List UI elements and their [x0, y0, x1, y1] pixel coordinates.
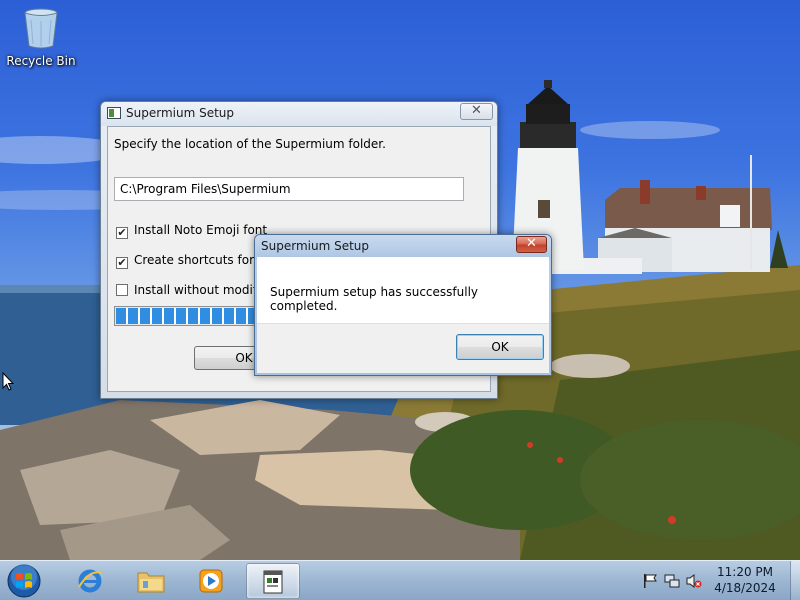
desktop-icon-label: Recycle Bin	[6, 54, 76, 68]
clock-date: 4/18/2024	[714, 581, 776, 595]
media-player-icon	[199, 569, 223, 593]
completion-ok-button[interactable]: OK	[456, 334, 544, 360]
install-progress-fill	[116, 308, 256, 324]
completion-dialog-footer: OK	[257, 323, 549, 373]
taskbar: 11:20 PM 4/18/2024	[0, 560, 800, 600]
start-button[interactable]	[4, 562, 44, 600]
setup-prompt-text: Specify the location of the Supermium fo…	[114, 137, 386, 151]
internet-explorer-icon	[78, 569, 103, 593]
option-install-without-modifying[interactable]: Install without modifyi	[116, 283, 267, 297]
install-without-modifying-checkbox[interactable]	[116, 284, 128, 296]
noto-emoji-label: Install Noto Emoji font	[134, 223, 268, 237]
option-noto-emoji[interactable]: ✔ Install Noto Emoji font	[116, 223, 267, 239]
taskbar-item-file-explorer[interactable]	[124, 563, 178, 599]
windows-start-orb-icon	[7, 564, 41, 598]
action-center-flag-icon[interactable]	[642, 573, 658, 589]
setup-window-titlebar[interactable]: Supermium Setup ✕	[101, 102, 497, 126]
taskbar-item-media-player[interactable]	[184, 563, 238, 599]
create-shortcuts-checkbox[interactable]: ✔	[116, 257, 128, 269]
install-path-input[interactable]	[114, 177, 464, 201]
setup-app-icon	[107, 107, 121, 119]
option-create-shortcuts[interactable]: ✔ Create shortcuts for S	[116, 253, 265, 269]
clock-time: 11:20 PM	[717, 565, 773, 579]
system-tray: 11:20 PM 4/18/2024	[620, 561, 800, 600]
setup-close-button[interactable]: ✕	[460, 103, 493, 120]
setup-window-icon	[263, 570, 283, 594]
network-icon[interactable]	[664, 573, 680, 589]
completion-close-button[interactable]: ✕	[516, 236, 547, 253]
completion-dialog-body: Supermium setup has successfully complet…	[257, 257, 549, 373]
desktop-icon-recycle-bin[interactable]: Recycle Bin	[6, 6, 76, 76]
show-desktop-button[interactable]	[790, 561, 800, 600]
mouse-cursor-icon	[2, 371, 15, 391]
setup-window-title: Supermium Setup	[126, 106, 235, 120]
create-shortcuts-label: Create shortcuts for S	[134, 253, 266, 267]
completion-message: Supermium setup has successfully complet…	[270, 285, 479, 313]
completion-dialog-titlebar[interactable]: Supermium Setup ✕	[255, 235, 551, 259]
recycle-bin-icon	[21, 6, 61, 50]
install-without-modifying-label: Install without modifyi	[134, 283, 268, 297]
taskbar-clock[interactable]: 11:20 PM 4/18/2024	[700, 564, 790, 596]
folder-icon	[137, 572, 165, 593]
taskbar-item-internet-explorer[interactable]	[63, 563, 117, 599]
completion-dialog-title: Supermium Setup	[261, 239, 370, 253]
noto-emoji-checkbox[interactable]: ✔	[116, 227, 128, 239]
taskbar-item-supermium-setup[interactable]	[246, 563, 300, 599]
completion-dialog: Supermium Setup ✕ Supermium setup has su…	[254, 234, 552, 376]
